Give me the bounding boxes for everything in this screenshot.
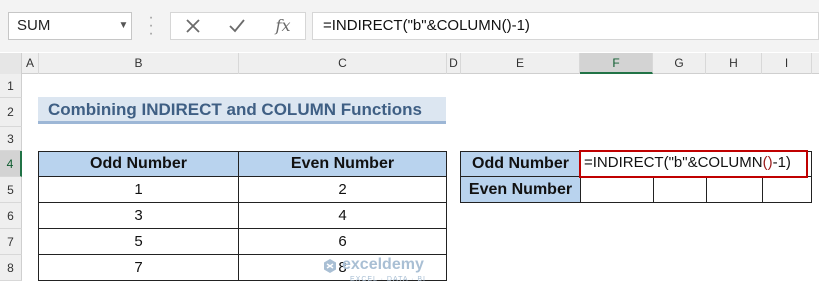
header-even-number[interactable]: Even Number	[238, 151, 447, 177]
row-header-2[interactable]: 2	[0, 98, 22, 127]
row-header-1[interactable]: 1	[0, 74, 22, 98]
column-header-g[interactable]: G	[653, 53, 706, 74]
drag-handle-icon[interactable]: · · ·	[148, 10, 154, 42]
row-header-3[interactable]: 3	[0, 127, 22, 151]
cell-f5[interactable]	[580, 176, 654, 203]
table-cell-even[interactable]: 2	[238, 176, 447, 203]
table-cell-even[interactable]: 4	[238, 202, 447, 229]
watermark-tagline: EXCEL · DATA · BI	[350, 276, 426, 283]
column-header-d[interactable]: D	[447, 53, 461, 74]
row-header-6[interactable]: 6	[0, 203, 22, 229]
row-header-5[interactable]: 5	[0, 177, 22, 203]
column-header-h[interactable]: H	[706, 53, 762, 74]
x-icon[interactable]	[178, 12, 208, 40]
column-header-c[interactable]: C	[239, 53, 447, 74]
cell-g5[interactable]	[653, 176, 707, 203]
header-odd-number[interactable]: Odd Number	[38, 151, 239, 177]
check-icon[interactable]	[222, 12, 252, 40]
row-header-4[interactable]: 4	[0, 151, 22, 177]
sheet-title[interactable]: Combining INDIRECT and COLUMN Functions	[38, 97, 446, 124]
cell-h5[interactable]	[706, 176, 763, 203]
active-formula-text: =INDIRECT("b"&COLUMN	[584, 154, 763, 171]
active-formula-paren: ()	[762, 154, 773, 171]
column-header-e[interactable]: E	[461, 53, 580, 74]
column-header-b[interactable]: B	[39, 53, 239, 74]
exceldemy-logo-icon	[324, 259, 336, 273]
select-all-corner[interactable]	[0, 53, 22, 74]
fx-icon[interactable]: fx	[268, 12, 298, 40]
cell-i5[interactable]	[762, 176, 812, 203]
label-odd-number[interactable]: Odd Number	[460, 151, 581, 177]
table-cell-odd[interactable]: 1	[38, 176, 239, 203]
name-box[interactable]: SUM	[8, 12, 132, 40]
column-header-i[interactable]: I	[762, 53, 812, 74]
row-header-7[interactable]: 7	[0, 229, 22, 255]
table-cell-odd[interactable]: 3	[38, 202, 239, 229]
active-cell-f4[interactable]: =INDIRECT("b"&COLUMN()-1)	[579, 150, 808, 178]
watermark: exceldemy EXCEL · DATA · BI	[322, 256, 482, 294]
row-header-8[interactable]: 8	[0, 255, 22, 281]
watermark-name: exceldemy	[342, 256, 424, 273]
table-cell-odd[interactable]: 7	[38, 254, 239, 281]
label-even-number[interactable]: Even Number	[460, 176, 581, 203]
table-cell-even[interactable]: 6	[238, 228, 447, 255]
active-formula-tail: -1)	[772, 154, 791, 171]
formula-input[interactable]: =INDIRECT("b"&COLUMN()-1)	[312, 12, 819, 40]
column-header-a[interactable]: A	[22, 53, 39, 74]
column-header-f[interactable]: F	[580, 53, 653, 74]
chevron-down-icon[interactable]: ▼	[115, 12, 132, 40]
table-cell-odd[interactable]: 5	[38, 228, 239, 255]
